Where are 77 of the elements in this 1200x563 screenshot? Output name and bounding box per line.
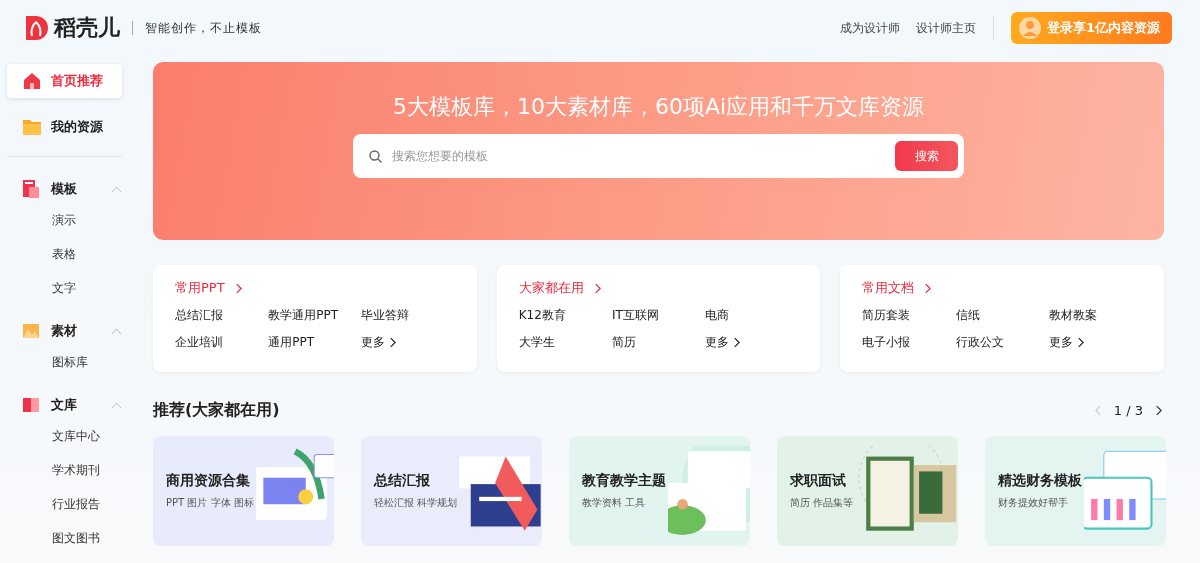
sidebar-group[interactable]: 素材: [7, 317, 122, 345]
sidebar-subitem[interactable]: 学术期刊: [7, 453, 140, 487]
category-link[interactable]: IT互联网: [611, 307, 706, 324]
chevron-right-icon: [593, 282, 601, 294]
category-link[interactable]: 总结汇报: [175, 307, 269, 324]
image-icon: [23, 324, 39, 338]
sidebar-subitem[interactable]: 文字: [7, 271, 140, 305]
caret-icon: [111, 327, 122, 335]
card-title: 总结汇报: [374, 472, 431, 490]
sidebar-item[interactable]: 我的资源: [7, 110, 122, 144]
topic-card[interactable]: 教育教学主题 教学资料 工具: [569, 436, 750, 546]
category-title[interactable]: 常用PPT: [175, 279, 455, 297]
search-field[interactable]: 搜索您想要的模板 搜索: [353, 134, 964, 178]
sidebar-item[interactable]: 首页推荐: [7, 64, 122, 98]
card-subtitle: 财务提效好帮手: [998, 496, 1069, 510]
category-title[interactable]: 常用文档: [862, 279, 1142, 297]
sidebar-subitem[interactable]: 图文图书: [7, 521, 140, 555]
category-link[interactable]: 通用PPT: [268, 334, 362, 351]
caret-icon: [111, 401, 122, 409]
card-title: 精选财务模板: [998, 472, 1082, 490]
category-link[interactable]: 信纸: [955, 307, 1049, 324]
card-title: 教育教学主题: [582, 472, 666, 490]
more-link[interactable]: 更多: [705, 334, 799, 351]
category-link[interactable]: 毕业答辩: [361, 307, 455, 324]
sidebar-subitem[interactable]: 图标库: [7, 345, 140, 379]
chevron-right-icon: [1155, 404, 1162, 416]
template-icon: [23, 180, 39, 198]
chevron-right-icon: [234, 282, 242, 294]
chevron-right-icon: [1076, 337, 1084, 348]
caret-icon: [111, 185, 122, 193]
topic-card[interactable]: 精选财务模板 财务提效好帮手: [985, 436, 1166, 546]
chevron-right-icon: [389, 337, 397, 348]
category-link[interactable]: K12教育: [518, 307, 612, 324]
category-link[interactable]: 简历套装: [862, 307, 956, 324]
category-link[interactable]: 电商: [705, 307, 799, 324]
slogan: 智能创作，不止模板: [145, 19, 262, 37]
sidebar-subitem[interactable]: 演示: [7, 203, 140, 237]
topic-card[interactable]: 求职面试 简历 作品集等: [777, 436, 958, 546]
category-link[interactable]: 大学生: [518, 334, 612, 351]
folder-icon: [23, 119, 41, 135]
category-link[interactable]: 教材教案: [1048, 307, 1142, 324]
sidebar-group[interactable]: 模板: [7, 175, 122, 203]
brand-name: 稻壳儿: [54, 14, 120, 42]
header-link[interactable]: 成为设计师: [839, 19, 900, 37]
category-link[interactable]: 企业培训: [175, 334, 269, 351]
chevron-left-icon: [1094, 404, 1102, 416]
logo-icon: [24, 16, 48, 40]
search-icon: [369, 149, 382, 163]
home-icon: [23, 72, 41, 90]
category-link[interactable]: 电子小报: [862, 334, 956, 351]
sidebar-subitem[interactable]: 行业报告: [7, 487, 140, 521]
section-title: 推荐(大家都在用): [153, 399, 281, 421]
category-link[interactable]: 行政公文: [955, 334, 1049, 351]
card-title: 商用资源合集: [166, 472, 251, 490]
header-link[interactable]: 设计师主页: [915, 19, 976, 37]
card-subtitle: PPT 图片 字体 图标: [166, 496, 254, 510]
search-button[interactable]: 搜索: [895, 141, 958, 171]
category-link[interactable]: 简历: [611, 334, 706, 351]
sidebar-subitem[interactable]: 表格: [7, 237, 140, 271]
topic-card[interactable]: 商用资源合集 PPT 图片 字体 图标: [153, 436, 334, 546]
card-subtitle: 轻松汇报 科学规划: [374, 496, 458, 510]
page-indicator: 1 / 3: [1113, 402, 1143, 418]
avatar-icon: [1018, 17, 1041, 39]
sidebar-subitem[interactable]: 文库中心: [7, 419, 140, 453]
card-subtitle: 简历 作品集等: [790, 496, 854, 510]
category-title[interactable]: 大家都在用: [518, 279, 799, 297]
card-subtitle: 教学资料 工具: [582, 496, 647, 510]
more-link[interactable]: 更多: [1048, 334, 1142, 351]
chevron-right-icon: [733, 337, 741, 348]
card-title: 求职面试: [790, 472, 847, 490]
category-link[interactable]: 教学通用PPT: [268, 307, 362, 324]
banner-headline: 5大模板库，10大素材库，60项Ai应用和千万文库资源: [392, 93, 925, 121]
chevron-right-icon: [924, 282, 932, 294]
sidebar-group[interactable]: 文库: [7, 391, 122, 419]
more-link[interactable]: 更多: [361, 334, 455, 351]
book-icon: [23, 398, 39, 412]
topic-card[interactable]: 总结汇报 轻松汇报 科学规划: [361, 436, 542, 546]
